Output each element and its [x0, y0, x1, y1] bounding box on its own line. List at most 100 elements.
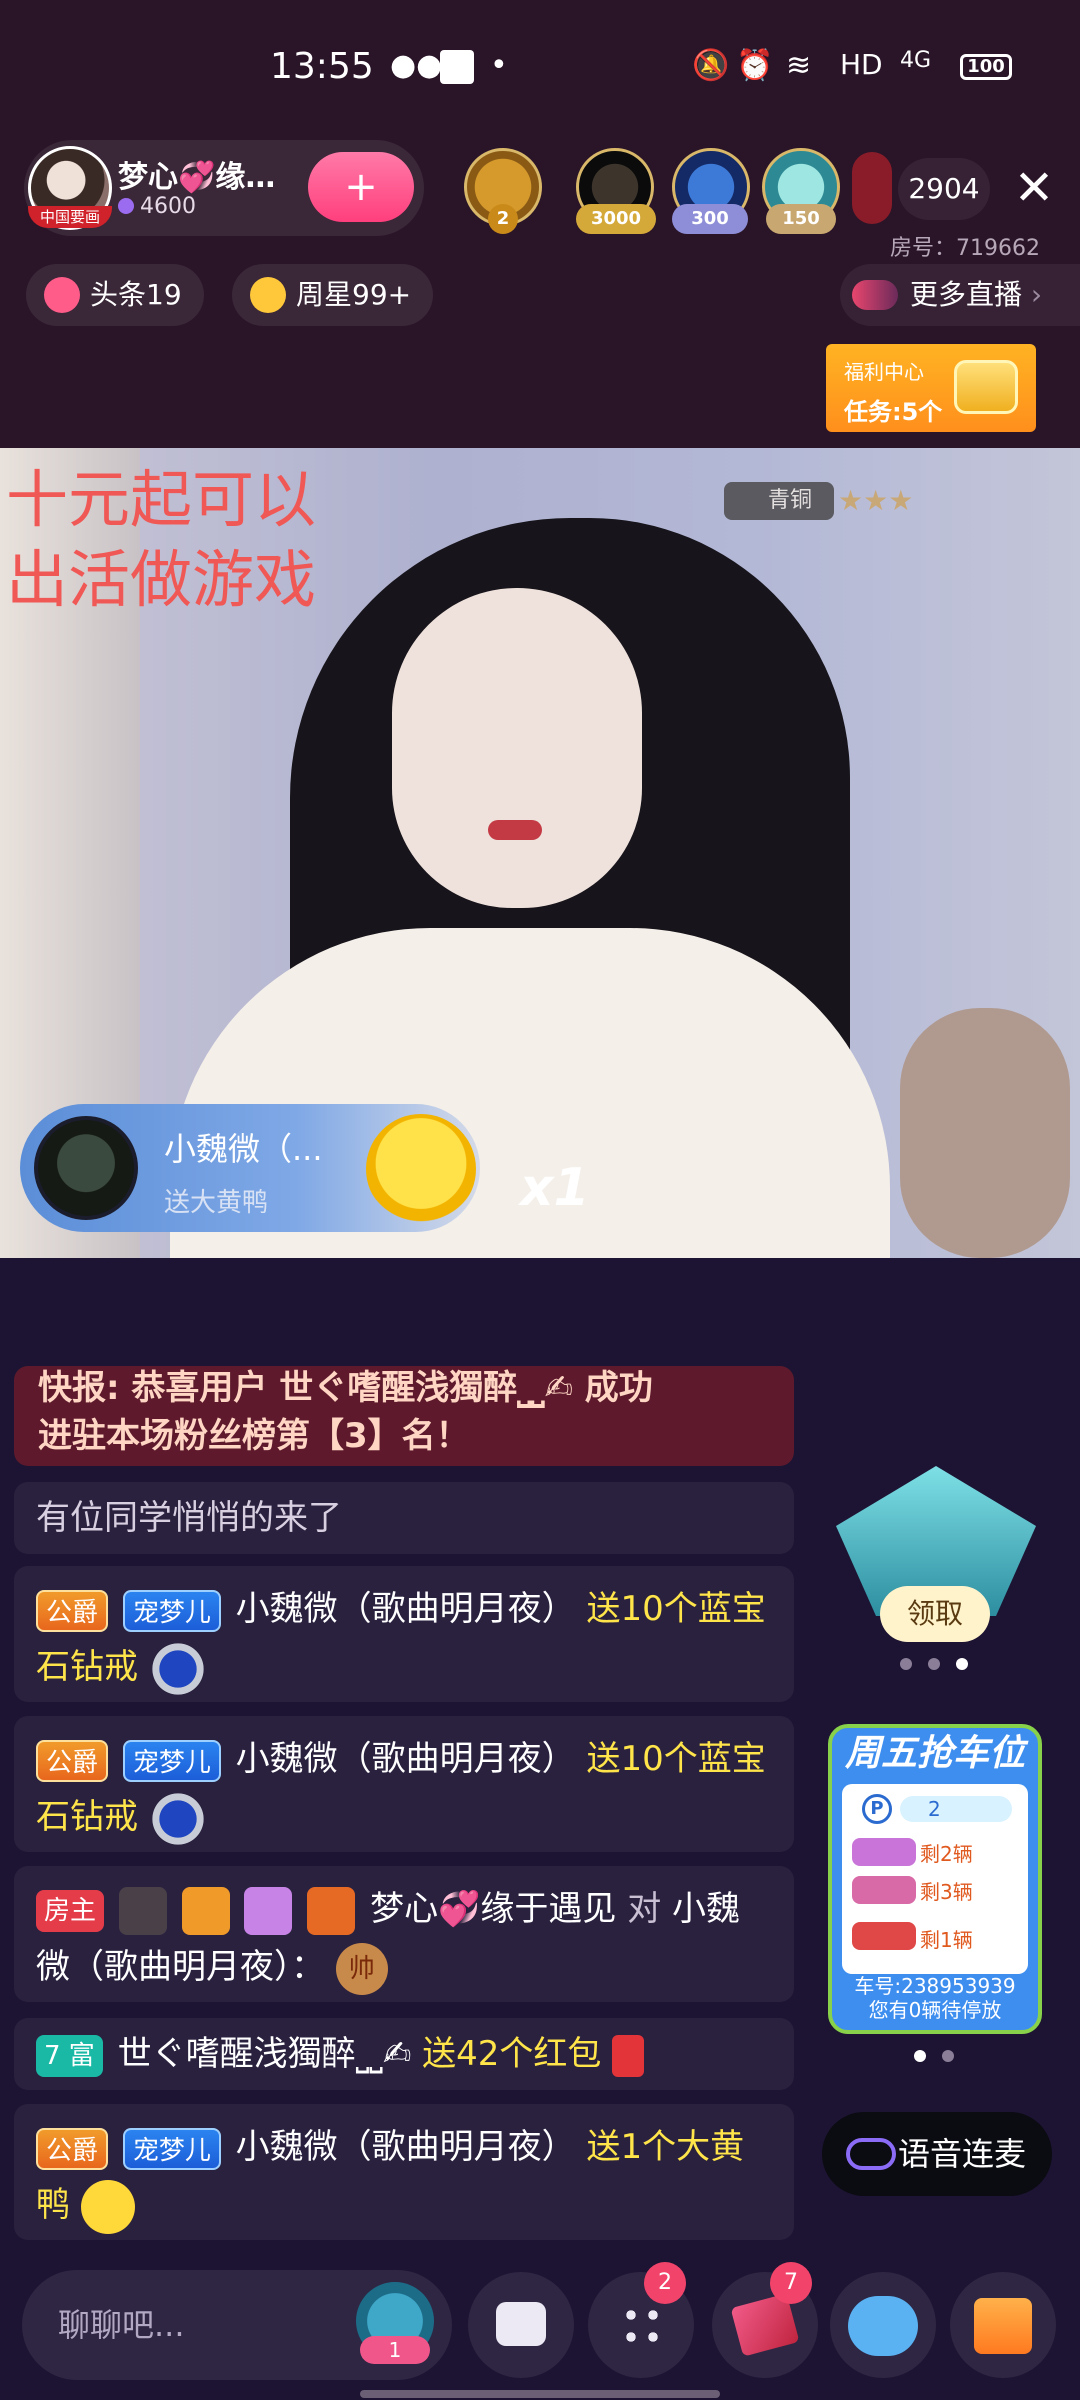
rich-tag: 7 富: [36, 2034, 103, 2077]
waiting-cars: 您有0辆待停放: [868, 1998, 1002, 2022]
gift-sender-name: 小魏微（...: [164, 1130, 323, 1168]
host-name: 梦心💞缘…: [118, 160, 276, 195]
gift-item: 送大黄鸭: [164, 1188, 269, 1218]
apps-badge: 2: [644, 2262, 686, 2304]
message-button[interactable]: [468, 2272, 574, 2378]
host-score: 4600: [140, 194, 196, 219]
battery-icon: 100: [960, 54, 1012, 80]
gift-text: 送42个红包: [422, 2034, 602, 2074]
home-indicator[interactable]: [360, 2390, 720, 2398]
gift-box-badge: 7: [770, 2262, 812, 2304]
viewer-rank-badge: 150: [766, 204, 836, 234]
car-icon: [852, 1838, 916, 1866]
alarm-icon: ⏰: [736, 48, 774, 83]
score-icon: [118, 198, 134, 214]
rank-emblem-icon: [118, 1886, 167, 1935]
carousel-dot: [928, 1658, 940, 1670]
pet-tag: 宠梦儿: [122, 1739, 221, 1782]
to-word: 对: [627, 1889, 662, 1929]
gift-icon: [974, 2298, 1032, 2354]
wechat-icon: ●●: [390, 48, 443, 83]
online-count[interactable]: 2904: [898, 158, 990, 220]
chat-message[interactable]: 公爵 宠梦儿 小魏微（歌曲明月夜） 送1个大黄鸭: [14, 2104, 794, 2240]
chat-message[interactable]: 7 富 世ぐ嗜醒浅獨醉⎵⎵✍ 送42个红包: [14, 2018, 794, 2090]
chat-message[interactable]: 房主 梦心💞缘于遇见 对 小魏微（歌曲明月夜）： 帅: [14, 1866, 794, 2002]
sapphire-ring-icon: [148, 1639, 207, 1698]
pet-tag: 宠梦儿: [122, 2127, 221, 2170]
welfare-task: 任务:5个: [844, 398, 943, 426]
duke-tag: 公爵: [36, 1589, 109, 1632]
chat-enter-message: 有位同学悄悄的来了: [14, 1482, 794, 1554]
app-notification-icon: [440, 50, 474, 84]
more-live-label: 更多直播: [910, 278, 1023, 311]
notice-line-1: 快报: 恭喜用户 世ぐ嗜醒浅獨醉⎵⎵✍ 成功: [38, 1368, 653, 1408]
streamer-lips: [488, 820, 542, 840]
yellow-duck-icon: [366, 1114, 476, 1224]
viewer-avatar-partial[interactable]: [852, 152, 892, 224]
gift-multiplier: x1: [520, 1158, 590, 1218]
mute-bell-icon: 🔕: [692, 48, 730, 83]
sender-name[interactable]: 小魏微（歌曲明月夜）: [236, 1589, 576, 1629]
heart-badge-icon: [244, 1886, 293, 1935]
voice-chat-label: 语音连麦: [898, 2135, 1027, 2173]
sender-name[interactable]: 小魏微（歌曲明月夜）: [236, 2127, 576, 2167]
car-number: 车号:238953939: [854, 1974, 1016, 1998]
overlay-line-1: 十元起可以: [6, 463, 317, 536]
chat-notice: 快报: 恭喜用户 世ぐ嗜醒浅獨醉⎵⎵✍ 成功 进驻本场粉丝榜第【3】名！: [14, 1366, 794, 1466]
sender-name[interactable]: 梦心💞缘于遇见: [370, 1889, 616, 1929]
parking-value: 2: [900, 1796, 1012, 1822]
sender-name[interactable]: 世ぐ嗜醒浅獨醉⎵⎵✍: [118, 2034, 412, 2074]
cars-left: 剩3辆: [920, 1880, 973, 1904]
overlay-line-2: 出活做游戏: [6, 543, 317, 616]
signal-icon: 4G: [900, 48, 932, 73]
send-gift-button[interactable]: [950, 2272, 1056, 2378]
chat-message[interactable]: 公爵 宠梦儿 小魏微（歌曲明月夜） 送10个蓝宝石钻戒: [14, 1566, 794, 1702]
wifi-icon: ≋: [786, 48, 812, 83]
follow-button[interactable]: +: [308, 152, 414, 222]
duke-tag: 公爵: [36, 2127, 109, 2170]
chevron-right-icon: ›: [1030, 278, 1043, 311]
parking-event-title: 周五抢车位: [844, 1733, 1025, 1774]
game-button[interactable]: [830, 2272, 936, 2378]
carousel-dot: [900, 1658, 912, 1670]
more-live-button[interactable]: 更多直播 ›: [840, 264, 1080, 326]
gift-sender-avatar[interactable]: [34, 1116, 138, 1220]
bicycle-icon: [852, 1922, 916, 1950]
carousel-dot-active: [914, 2050, 926, 2062]
viewer-rank-badge: 2: [488, 204, 518, 234]
treasure-chest-icon: [954, 360, 1018, 414]
fan-club-badge: 1: [360, 2336, 430, 2364]
chat-message[interactable]: 公爵 宠梦儿 小魏微（歌曲明月夜） 送10个蓝宝石钻戒: [14, 1716, 794, 1852]
viewer-rank-badge: 3000: [576, 204, 656, 234]
weekly-star-chip[interactable]: 周星99+: [232, 264, 434, 326]
hd-label: HD: [840, 48, 883, 81]
dot-icon: •: [490, 48, 508, 83]
close-icon[interactable]: ✕: [1006, 160, 1062, 216]
room-id: 房号：719662: [890, 236, 1040, 261]
message-icon: [496, 2302, 546, 2346]
streamer-face: [392, 588, 642, 908]
status-time: 13:55: [270, 46, 374, 87]
carousel-dot-active: [956, 1658, 968, 1670]
medal-icon: [181, 1886, 230, 1935]
pet-tag: 宠梦儿: [122, 1589, 221, 1632]
background-object: [900, 1008, 1070, 1258]
cars-left: 剩1辆: [920, 1928, 973, 1952]
handsome-emoji: 帅: [335, 1942, 388, 1995]
grid-icon: [620, 2304, 664, 2348]
welfare-title: 福利中心: [844, 360, 924, 384]
red-envelope-icon: [612, 2034, 645, 2077]
claim-button[interactable]: 领取: [880, 1586, 990, 1642]
streamer-rank-badge: 青铜: [724, 482, 834, 520]
game-controller-icon: [848, 2296, 918, 2356]
flame-icon: [44, 277, 80, 313]
sender-name[interactable]: 小魏微（歌曲明月夜）: [236, 1739, 576, 1779]
carousel-dot: [942, 2050, 954, 2062]
yellow-duck-icon: [80, 2179, 135, 2234]
weekly-star-label: 周星99+: [296, 278, 412, 311]
host-avatar-tag: 中国要画: [28, 206, 112, 228]
sapphire-ring-icon: [148, 1789, 207, 1848]
duke-tag: 公爵: [36, 1739, 109, 1782]
headline-chip[interactable]: 头条19: [26, 264, 204, 326]
rank-stars: ★★★: [838, 484, 914, 517]
